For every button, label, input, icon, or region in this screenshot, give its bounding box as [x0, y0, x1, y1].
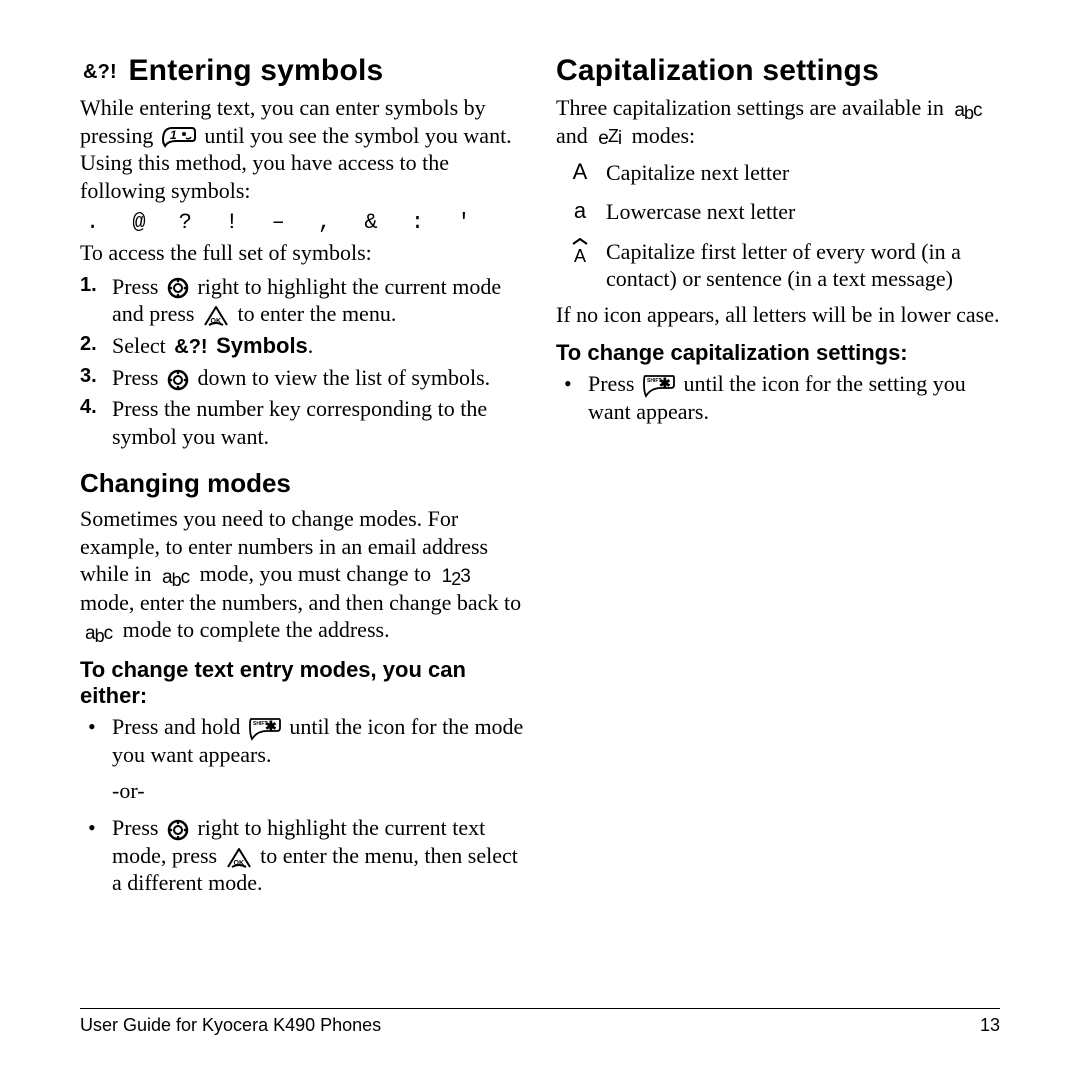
- ok-key-icon: OK: [203, 305, 229, 327]
- svg-text:A: A: [574, 246, 586, 264]
- lowercase-next-letter-icon: a: [560, 198, 600, 226]
- change-cap-step: Press SHIFT✱ until the icon for the sett…: [556, 370, 1000, 425]
- heading-entering-symbols: &?! Entering symbols: [80, 54, 524, 88]
- subheading-change-text-entry: To change text entry modes, you can eith…: [80, 657, 524, 709]
- change-mode-options: Press and hold SHIFT✱ until the icon for…: [80, 713, 524, 768]
- page-footer: User Guide for Kyocera K490 Phones 13: [80, 1008, 1000, 1036]
- heading-capitalization-settings: Capitalization settings: [556, 54, 1000, 88]
- symbols-sample-row: . @ ? ! – , & : ': [86, 210, 524, 235]
- footer-title: User Guide for Kyocera K490 Phones: [80, 1015, 381, 1036]
- abc-mode-icon: abc: [83, 621, 114, 646]
- abc-mode-icon: abc: [952, 98, 983, 123]
- nav-wheel-icon: [167, 369, 189, 391]
- two-column-layout: &?! Entering symbols While entering text…: [80, 50, 1000, 901]
- change-capitalization-steps: Press SHIFT✱ until the icon for the sett…: [556, 370, 1000, 425]
- heading-changing-modes: Changing modes: [80, 468, 524, 499]
- symbols-mode-icon: &?!: [83, 61, 117, 84]
- step-2: 2. Select &?! Symbols.: [80, 332, 524, 360]
- cap-next-letter-icon: A: [560, 159, 600, 187]
- shift-star-key-icon: SHIFT✱: [249, 717, 281, 741]
- nav-wheel-icon: [167, 277, 189, 299]
- svg-text:✱: ✱: [265, 718, 277, 734]
- option-press-right: Press right to highlight the current tex…: [80, 814, 524, 897]
- entering-symbols-paragraph-1: While entering text, you can enter symbo…: [80, 94, 524, 204]
- svg-text:1: 1: [170, 128, 177, 142]
- change-mode-options-2: Press right to highlight the current tex…: [80, 814, 524, 897]
- capitalization-list: A Capitalize next letter a Lowercase nex…: [560, 159, 1000, 293]
- svg-text:OK: OK: [210, 318, 221, 325]
- step-1: 1. Press right to highlight the current …: [80, 273, 524, 328]
- page: &?! Entering symbols While entering text…: [0, 0, 1080, 1080]
- cap-every-word-text: Capitalize first letter of every word (i…: [606, 238, 1000, 293]
- subheading-change-cap-settings: To change capitalization settings:: [556, 340, 1000, 366]
- svg-text:✱: ✱: [659, 375, 671, 391]
- step-4: 4. Press the number key corresponding to…: [80, 395, 524, 450]
- abc-mode-icon: abc: [160, 565, 191, 590]
- no-icon-note: If no icon appears, all letters will be …: [556, 301, 1000, 329]
- right-column: Capitalization settings Three capitaliza…: [556, 50, 1000, 901]
- or-separator: -or-: [112, 778, 524, 804]
- step-3: 3. Press down to view the list of symbol…: [80, 364, 524, 392]
- lowercase-next-letter-text: Lowercase next letter: [606, 198, 1000, 226]
- nav-wheel-icon: [167, 819, 189, 841]
- number-mode-icon: 123: [440, 564, 472, 589]
- access-symbols-steps: 1. Press right to highlight the current …: [80, 273, 524, 451]
- cap-every-word-icon: A: [560, 238, 600, 293]
- changing-modes-paragraph: Sometimes you need to change modes. For …: [80, 505, 524, 644]
- ok-key-icon: OK: [226, 847, 252, 869]
- access-full-set-paragraph: To access the full set of symbols:: [80, 239, 524, 267]
- option-press-and-hold: Press and hold SHIFT✱ until the icon for…: [80, 713, 524, 768]
- capitalization-intro: Three capitalization settings are availa…: [556, 94, 1000, 151]
- ezi-mode-icon: eZi: [596, 126, 623, 151]
- footer-page-number: 13: [980, 1015, 1000, 1036]
- shift-star-key-icon: SHIFT✱: [643, 374, 675, 398]
- one-key-icon: 1: [162, 126, 196, 148]
- svg-text:OK: OK: [233, 860, 244, 867]
- symbols-mode-icon: &?!: [174, 335, 207, 360]
- left-column: &?! Entering symbols While entering text…: [80, 50, 524, 901]
- heading-entering-symbols-text: Entering symbols: [128, 54, 383, 87]
- cap-next-letter-text: Capitalize next letter: [606, 159, 1000, 187]
